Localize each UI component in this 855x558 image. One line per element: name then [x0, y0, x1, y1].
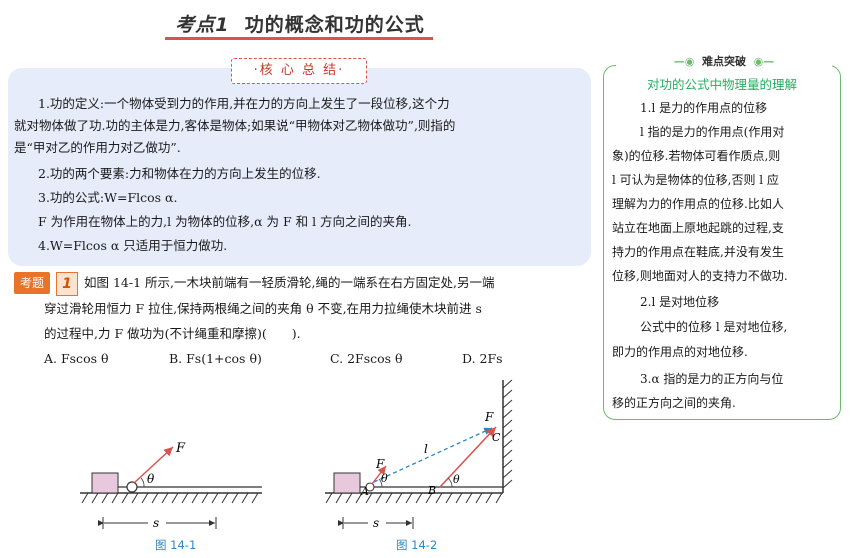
sidebar-title: 对功的公式中物理量的理解 — [646, 77, 797, 92]
angle-label-b: θ — [453, 473, 460, 486]
summary-line: 3.功的公式:W=Flcos α. — [38, 190, 178, 205]
displacement-label: s — [373, 516, 379, 530]
option-c: C. 2Fscos θ — [330, 351, 403, 366]
sidebar-line: 3.α 指的是力的正方向与位 — [640, 372, 784, 386]
sidebar-line: 站立在地面上原地起跳的过程,支 — [612, 221, 784, 235]
sidebar-line: l 可认为是物体的位移,否则 l 应 — [612, 173, 779, 187]
title-underline — [165, 37, 433, 40]
point-a: A — [360, 485, 369, 498]
example-tag: 考题 — [14, 272, 51, 294]
force-label-a: F — [375, 457, 385, 471]
sidebar-line: 持力的作用点在鞋底,并没有发生 — [612, 245, 784, 259]
summary-line: 1.功的定义:一个物体受到力的作用,并在力的方向上发生了一段位移,这个力 — [38, 96, 450, 111]
summary-line: 是“甲对乙的作用力对乙做功”. — [14, 140, 181, 155]
sidebar-line: 移的正方向之间的夹角. — [612, 396, 736, 410]
option-a: A. Fscos θ — [44, 351, 109, 366]
question-line: 如图 14-1 所示,一木块前端有一轻质滑轮,绳的一端系在右方固定处,另一端 — [84, 275, 495, 290]
question-line: 的过程中,力 F 做功为(不计绳重和摩擦)( ). — [44, 326, 301, 341]
option-b: B. Fs(1+cos θ) — [169, 351, 262, 366]
point-c: C — [492, 431, 501, 444]
difficulty-heading: —◉ 难点突破 ◉— — [616, 53, 832, 69]
option-d: D. 2Fs — [462, 351, 503, 366]
block — [333, 472, 361, 494]
sidebar-line: 1.l 是力的作用点的位移 — [640, 101, 768, 115]
point-b: B — [427, 484, 436, 497]
question-line: 穿过滑轮用恒力 F 拉住,保持两根绳之间的夹角 θ 不变,在用力拉绳使木块前进 … — [44, 301, 482, 316]
sidebar-line: 2.l 是对地位移 — [640, 295, 720, 309]
sidebar-line: 理解为力的作用点的位移.比如人 — [612, 197, 784, 211]
title-number: 1 — [215, 14, 230, 36]
title-text: 功的概念和功的公式 — [244, 14, 425, 36]
figure-14-1: F θ s — [80, 441, 262, 530]
difficulty-heading-text: 难点突破 — [702, 55, 746, 68]
sidebar-line: 即力的作用点的对地位移. — [612, 345, 748, 359]
summary-line: 4.W=Flcos α 只适用于恒力做功. — [38, 238, 228, 253]
summary-line: 2.功的两个要素:力和物体在力的方向上发生的位移. — [38, 166, 321, 181]
figure-14-1-caption: 图 14-1 — [155, 538, 197, 552]
block — [91, 472, 119, 494]
angle-label-a: θ — [381, 472, 388, 485]
title-prefix: 考点 — [175, 14, 216, 36]
displacement-label: s — [153, 516, 159, 530]
figure-14-2-caption: 图 14-2 — [396, 538, 438, 552]
distance-label: l — [424, 442, 428, 456]
example-number: 1 — [56, 272, 78, 296]
summary-line: F 为作用在物体上的力,l 为物体的位移,α 为 F 和 l 方向之间的夹角. — [38, 214, 412, 229]
sidebar-line: 公式中的位移 l 是对地位移, — [640, 320, 788, 334]
sidebar-line: 象)的位移.若物体可看作质点,则 — [612, 149, 781, 163]
sidebar-line: l 指的是力的作用点(作用对 — [640, 125, 785, 139]
core-summary-badge: ·核 心 总 结· — [231, 58, 367, 84]
section-title: 考点1 功的概念和功的公式 — [160, 10, 440, 37]
angle-label: θ — [147, 472, 155, 486]
force-label: F — [175, 441, 186, 456]
pulley — [126, 481, 138, 493]
figure-14-2: F F l A B C θ θ s — [325, 379, 513, 530]
sidebar-line: 位移,则地面对人的支持力不做功. — [612, 269, 788, 283]
summary-line: 就对物体做了功.功的主体是力,客体是物体;如果说“甲物体对乙物体做功”,则指的 — [14, 118, 456, 133]
force-label-c: F — [484, 410, 494, 424]
